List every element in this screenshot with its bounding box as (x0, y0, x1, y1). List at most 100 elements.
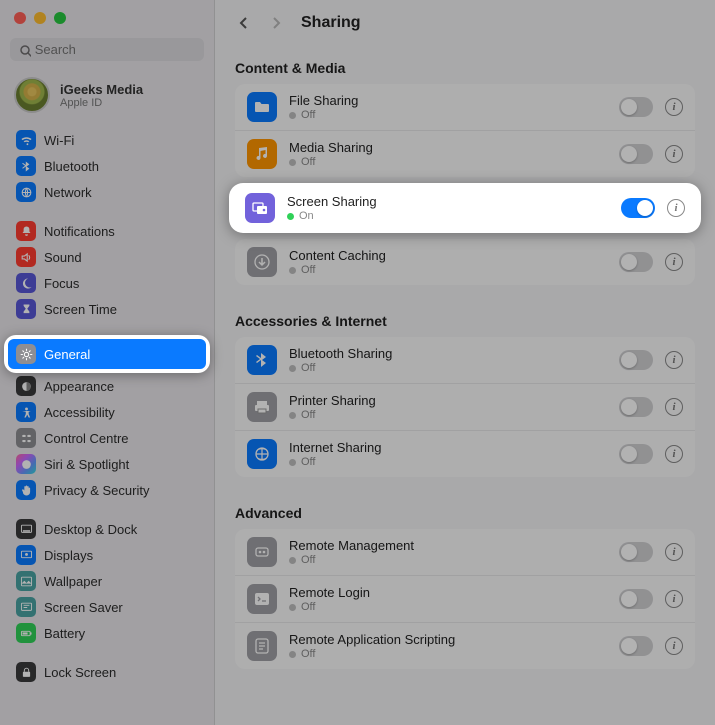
row-status: Off (289, 648, 607, 660)
sidebar-item-label: Wi-Fi (44, 133, 74, 148)
toggle-bluetooth-sharing[interactable] (619, 350, 653, 370)
siri-icon (16, 454, 36, 474)
info-button[interactable]: i (667, 199, 685, 217)
apple-id-account[interactable]: iGeeks Media Apple ID (10, 75, 204, 127)
row-status: Off (289, 409, 607, 421)
screensaver-icon (16, 597, 36, 617)
sidebar-item-label: Bluetooth (44, 159, 99, 174)
info-button[interactable]: i (665, 445, 683, 463)
sidebar-item-label: Siri & Spotlight (44, 457, 129, 472)
sidebar-item-wallpaper[interactable]: Wallpaper (10, 568, 204, 594)
toggle-remote-login[interactable] (619, 589, 653, 609)
info-button[interactable]: i (665, 590, 683, 608)
sidebar-item-screen-saver[interactable]: Screen Saver (10, 594, 204, 620)
sidebar-item-notifications[interactable]: Notifications (10, 218, 204, 244)
sidebar-item-bluetooth[interactable]: Bluetooth (10, 153, 204, 179)
sidebar-item-battery[interactable]: Battery (10, 620, 204, 646)
sidebar-item-accessibility[interactable]: Accessibility (10, 399, 204, 425)
row-remote-application-scripting[interactable]: Remote Application Scripting Off i (235, 622, 695, 669)
sidebar-item-focus[interactable]: Focus (10, 270, 204, 296)
info-button[interactable]: i (665, 637, 683, 655)
sidebar-item-desktop-dock[interactable]: Desktop & Dock (10, 516, 204, 542)
row-content-caching[interactable]: Content Caching Off i (235, 239, 695, 285)
main-pane: Sharing Content & Media File Sharing Off… (215, 0, 715, 725)
toggle-screen-sharing[interactable] (621, 198, 655, 218)
status-dot (289, 651, 296, 658)
info-button[interactable]: i (665, 145, 683, 163)
status-dot (289, 412, 296, 419)
row-title: Remote Management (289, 538, 607, 553)
status-dot (289, 159, 296, 166)
search-input[interactable] (35, 42, 196, 57)
search-icon (18, 43, 31, 57)
row-status: On (287, 210, 609, 222)
row-status: Off (289, 554, 607, 566)
back-button[interactable] (233, 12, 255, 34)
forward-button[interactable] (265, 12, 287, 34)
row-status: Off (289, 362, 607, 374)
status-dot (289, 604, 296, 611)
display-icon (16, 545, 36, 565)
sidebar-item-general[interactable]: General (8, 339, 206, 369)
info-button[interactable]: i (665, 253, 683, 271)
row-internet-sharing[interactable]: Internet Sharing Off i (235, 430, 695, 477)
sidebar-item-screen-time[interactable]: Screen Time (10, 296, 204, 322)
toggle-internet-sharing[interactable] (619, 444, 653, 464)
status-dot (289, 365, 296, 372)
toggle-content-caching[interactable] (619, 252, 653, 272)
globe-icon (247, 439, 277, 469)
info-button[interactable]: i (665, 98, 683, 116)
row-screen-sharing[interactable]: Screen Sharing On i (229, 183, 701, 233)
row-file-sharing[interactable]: File Sharing Off i (235, 84, 695, 130)
sidebar-item-control-centre[interactable]: Control Centre (10, 425, 204, 451)
sidebar-item-wi-fi[interactable]: Wi-Fi (10, 127, 204, 153)
sidebar-item-siri-spotlight[interactable]: Siri & Spotlight (10, 451, 204, 477)
hourglass-icon (16, 299, 36, 319)
toggle-remote-management[interactable] (619, 542, 653, 562)
sidebar-item-network[interactable]: Network (10, 179, 204, 205)
row-media-sharing[interactable]: Media Sharing Off i (235, 130, 695, 177)
sidebar-item-label: Battery (44, 626, 85, 641)
page-title: Sharing (301, 14, 361, 32)
section-title: Advanced (235, 505, 695, 521)
row-printer-sharing[interactable]: Printer Sharing Off i (235, 383, 695, 430)
row-bluetooth-sharing[interactable]: Bluetooth Sharing Off i (235, 337, 695, 383)
toggle-media-sharing[interactable] (619, 144, 653, 164)
printer-icon (247, 392, 277, 422)
minimize-window-button[interactable] (34, 12, 46, 24)
screens-icon (245, 193, 275, 223)
info-button[interactable]: i (665, 543, 683, 561)
sidebar-item-label: Screen Time (44, 302, 117, 317)
toggle-remote-application-scripting[interactable] (619, 636, 653, 656)
row-remote-management[interactable]: Remote Management Off i (235, 529, 695, 575)
row-title: Media Sharing (289, 140, 607, 155)
sidebar-item-privacy-security[interactable]: Privacy & Security (10, 477, 204, 503)
toggle-file-sharing[interactable] (619, 97, 653, 117)
row-title: Remote Login (289, 585, 607, 600)
row-status: Off (289, 156, 607, 168)
row-remote-login[interactable]: Remote Login Off i (235, 575, 695, 622)
sidebar-item-label: Accessibility (44, 405, 115, 420)
info-button[interactable]: i (665, 351, 683, 369)
zoom-window-button[interactable] (54, 12, 66, 24)
sound-icon (16, 247, 36, 267)
moon-icon (16, 273, 36, 293)
account-name: iGeeks Media (60, 82, 143, 97)
sidebar-item-label: Privacy & Security (44, 483, 149, 498)
sidebar-item-displays[interactable]: Displays (10, 542, 204, 568)
header: Sharing (215, 0, 715, 44)
status-dot (289, 112, 296, 119)
toggle-printer-sharing[interactable] (619, 397, 653, 417)
sidebar-item-label: General (44, 347, 90, 362)
sidebar-item-lock-screen[interactable]: Lock Screen (10, 659, 204, 685)
sidebar-item-appearance[interactable]: Appearance (10, 373, 204, 399)
row-title: Content Caching (289, 248, 607, 263)
search-field[interactable] (10, 38, 204, 61)
info-button[interactable]: i (665, 398, 683, 416)
row-title: Remote Application Scripting (289, 632, 607, 647)
sidebar-item-label: Notifications (44, 224, 115, 239)
close-window-button[interactable] (14, 12, 26, 24)
sidebar-item-sound[interactable]: Sound (10, 244, 204, 270)
script-icon (247, 631, 277, 661)
folder-icon (247, 92, 277, 122)
